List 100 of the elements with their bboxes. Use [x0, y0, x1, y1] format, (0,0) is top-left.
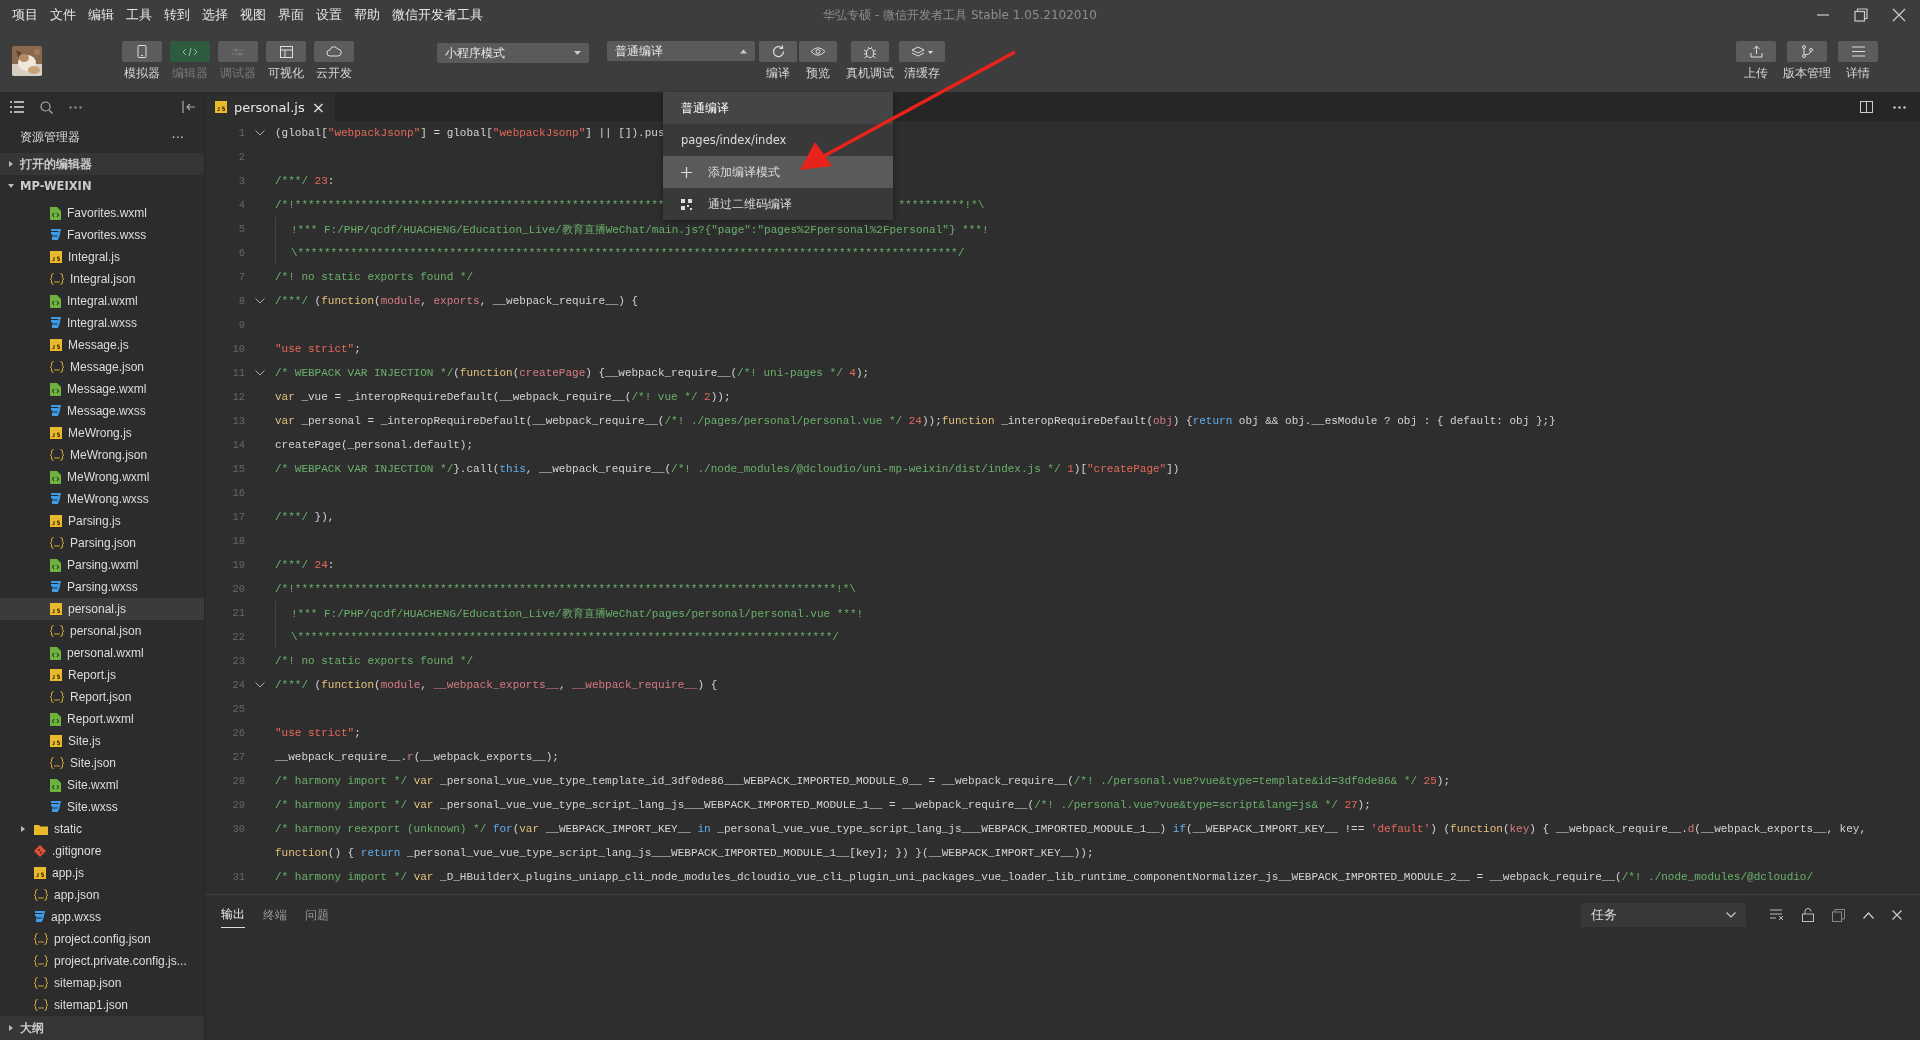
menu-item[interactable]: 项目 — [6, 6, 44, 24]
file-icon — [50, 712, 61, 726]
file-item[interactable]: project.private.config.js... — [0, 950, 204, 972]
file-item[interactable]: MeWrong.js — [0, 422, 204, 444]
file-item[interactable]: static — [0, 818, 204, 840]
toggle-button[interactable] — [122, 41, 162, 62]
file-item[interactable]: MeWrong.wxss — [0, 488, 204, 510]
file-item[interactable]: Site.wxss — [0, 796, 204, 818]
action-button[interactable] — [851, 41, 889, 62]
menu-option[interactable]: 添加编译模式 — [663, 156, 893, 188]
split-editor-icon[interactable] — [1860, 101, 1873, 113]
copy-icon[interactable] — [1832, 908, 1845, 922]
fold-icon[interactable] — [255, 682, 265, 688]
action-button[interactable] — [1736, 41, 1776, 62]
fold-icon[interactable] — [255, 298, 265, 304]
restore-icon[interactable] — [1854, 8, 1868, 22]
file-item[interactable]: Parsing.wxss — [0, 576, 204, 598]
close-icon[interactable] — [1892, 8, 1906, 22]
code-line: /* harmony reexport (unknown) */ for(var __WEBPACK_IMPORT_KEY__ in _personal_vue_vue_type_script_lang_js___WEBPACK_IMPORTED_MODULE_1__) if(__WEBPACK_IMPORT_KEY__ !== 'default') (function(key) { __webpack_require__.d(__webpack_exports__, key, — [275, 823, 1866, 835]
file-item[interactable]: Parsing.wxml — [0, 554, 204, 576]
task-select[interactable]: 任务 — [1581, 903, 1746, 927]
chevron-up-icon[interactable] — [1863, 911, 1874, 919]
json-file-icon — [50, 625, 64, 637]
fold-icon[interactable] — [255, 370, 265, 376]
file-item[interactable]: Parsing.js — [0, 510, 204, 532]
mode-select[interactable]: 小程序模式 — [437, 43, 589, 63]
toggle-button[interactable] — [266, 41, 306, 62]
section-header[interactable]: 大纲 — [0, 1016, 204, 1040]
code-line: "use strict"; — [275, 343, 361, 355]
file-item[interactable]: Message.wxml — [0, 378, 204, 400]
panel-tab[interactable]: 终端 — [263, 902, 287, 928]
file-item[interactable]: app.js — [0, 862, 204, 884]
menu-item[interactable]: 工具 — [120, 6, 158, 24]
editor-tab[interactable]: personal.js × — [205, 93, 336, 121]
menu-item[interactable]: 转到 — [158, 6, 196, 24]
file-item[interactable]: Message.json — [0, 356, 204, 378]
file-item[interactable]: personal.wxml — [0, 642, 204, 664]
file-item[interactable]: MeWrong.wxml — [0, 466, 204, 488]
section-header[interactable]: 打开的编辑器 — [0, 153, 204, 175]
file-item[interactable]: Integral.wxml — [0, 290, 204, 312]
file-item[interactable]: app.json — [0, 884, 204, 906]
code-line: createPage(_personal.default); — [275, 439, 474, 451]
lock-icon[interactable] — [1802, 908, 1814, 922]
file-item[interactable]: Message.js — [0, 334, 204, 356]
file-item[interactable]: Site.json — [0, 752, 204, 774]
close-button[interactable]: × — [311, 97, 326, 117]
action-button[interactable] — [799, 41, 837, 62]
file-item[interactable]: sitemap1.json — [0, 994, 204, 1016]
menu-item[interactable]: 文件 — [44, 6, 82, 24]
file-item[interactable]: Report.wxml — [0, 708, 204, 730]
action-button[interactable] — [899, 41, 945, 62]
more-button[interactable]: ··· — [171, 129, 184, 145]
panel-tab[interactable]: 问题 — [305, 902, 329, 928]
explorer-icon[interactable] — [10, 101, 24, 113]
action-button[interactable] — [759, 41, 797, 62]
code-line: function() { return _personal_vue_vue_type_script_lang_js___WEBPACK_IMPORTED_MODULE_1__[key]; }) }(__WEBPACK_IMPORT_KEY__)); — [275, 847, 1094, 859]
file-item[interactable]: sitemap.json — [0, 972, 204, 994]
action-label: 详情 — [1846, 66, 1870, 81]
file-item[interactable]: Integral.js — [0, 246, 204, 268]
close-icon[interactable] — [1892, 910, 1902, 920]
file-item[interactable]: MeWrong.json — [0, 444, 204, 466]
toggle-button[interactable] — [314, 41, 354, 62]
file-item[interactable]: Favorites.wxss — [0, 224, 204, 246]
menu-item[interactable]: 编辑 — [82, 6, 120, 24]
json-file-icon — [50, 273, 64, 285]
collapse-icon[interactable] — [182, 101, 196, 113]
menu-option[interactable]: 普通编译 — [663, 92, 893, 124]
menu-item[interactable]: 设置 — [310, 6, 348, 24]
compile-select[interactable]: 普通编译 — [607, 41, 755, 61]
more-icon[interactable] — [1893, 105, 1906, 109]
file-item[interactable]: personal.json — [0, 620, 204, 642]
js-file-icon — [50, 669, 62, 681]
more-icon[interactable] — [69, 105, 82, 109]
file-item[interactable]: project.config.json — [0, 928, 204, 950]
file-item[interactable]: Parsing.json — [0, 532, 204, 554]
file-item[interactable]: Report.js — [0, 664, 204, 686]
menu-item[interactable]: 视图 — [234, 6, 272, 24]
clear-icon[interactable] — [1770, 909, 1784, 921]
menu-option[interactable]: pages/index/index — [663, 124, 893, 156]
panel-tab[interactable]: 输出 — [221, 902, 245, 928]
file-item[interactable]: app.wxss — [0, 906, 204, 928]
file-item[interactable]: personal.js — [0, 598, 204, 620]
code-line: /*!******************************************************** — [275, 199, 665, 211]
file-item[interactable]: Message.wxss — [0, 400, 204, 422]
file-item[interactable]: Site.wxml — [0, 774, 204, 796]
file-item[interactable]: .gitignore — [0, 840, 204, 862]
menu-option[interactable]: 通过二维码编译 — [663, 188, 893, 220]
file-item[interactable]: Site.js — [0, 730, 204, 752]
file-item[interactable]: Report.json — [0, 686, 204, 708]
action-button[interactable] — [1838, 41, 1878, 62]
fold-icon[interactable] — [255, 130, 265, 136]
menu-item[interactable]: 帮助 — [348, 6, 386, 24]
search-icon[interactable] — [40, 100, 53, 114]
menu-item[interactable]: 微信开发者工具 — [386, 6, 489, 24]
file-item[interactable]: Favorites.wxml — [0, 202, 204, 224]
action-button[interactable] — [1787, 41, 1827, 62]
file-item[interactable]: Integral.wxss — [0, 312, 204, 334]
file-item[interactable]: Integral.json — [0, 268, 204, 290]
menu-item[interactable]: 选择 — [196, 6, 234, 24]
menu-item[interactable]: 界面 — [272, 6, 310, 24]
